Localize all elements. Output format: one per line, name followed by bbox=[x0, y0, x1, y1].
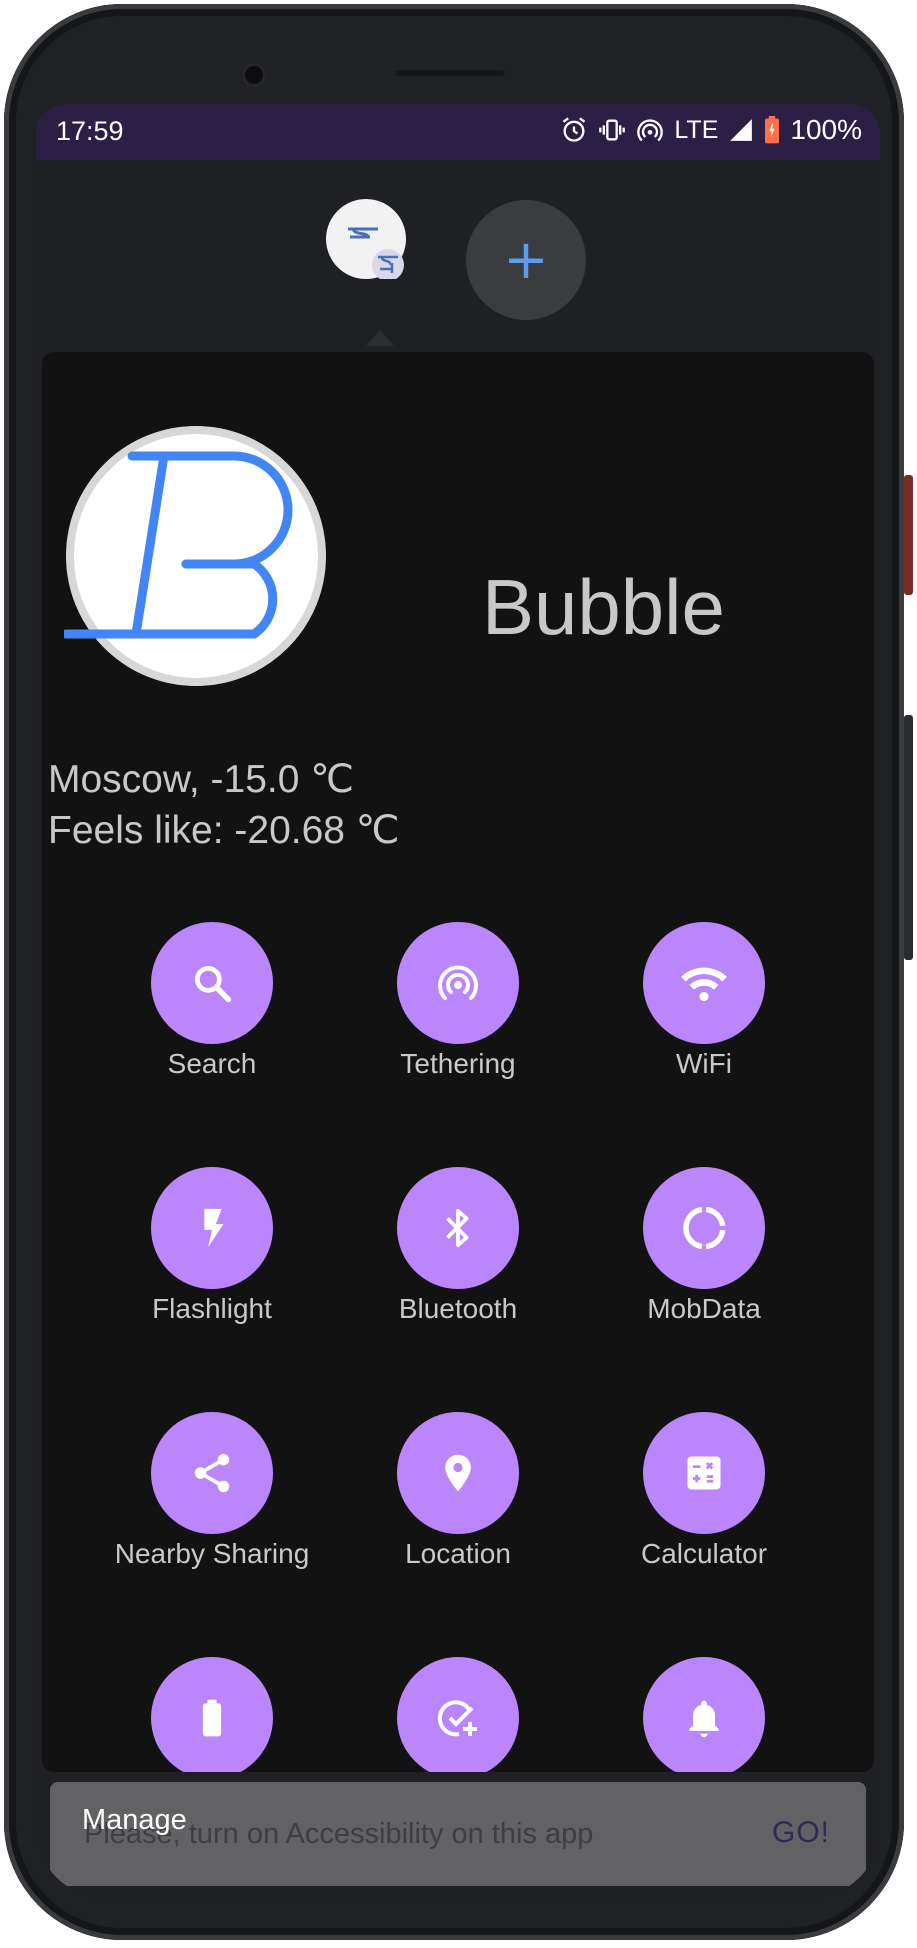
app-title: Bubble bbox=[482, 563, 725, 651]
network-type: LTE bbox=[674, 115, 719, 144]
task-add-button[interactable] bbox=[397, 1657, 519, 1772]
tile-label: Bluetooth bbox=[398, 1293, 518, 1324]
mobdata-button[interactable] bbox=[643, 1167, 765, 1289]
tile-battery[interactable] bbox=[92, 1657, 332, 1772]
search-icon bbox=[194, 965, 232, 1003]
tile-label: Flashlight bbox=[152, 1293, 272, 1324]
calculator-icon bbox=[687, 1456, 721, 1490]
add-bubble-button[interactable]: + bbox=[466, 200, 586, 320]
panel-pointer bbox=[366, 330, 394, 346]
location-button[interactable] bbox=[397, 1412, 519, 1534]
battery-icon bbox=[202, 1699, 222, 1737]
calculator-button[interactable] bbox=[643, 1412, 765, 1534]
bluetooth-icon bbox=[446, 1208, 469, 1248]
front-camera bbox=[245, 66, 263, 84]
flash-icon bbox=[204, 1208, 224, 1248]
bluetooth-button[interactable] bbox=[397, 1167, 519, 1289]
tile-search[interactable]: Search bbox=[92, 922, 332, 1080]
task-add-icon bbox=[437, 1700, 477, 1737]
weather-feels-like: Feels like: -20.68 ℃ bbox=[48, 809, 400, 852]
status-time: 17:59 bbox=[56, 116, 124, 146]
wifi-icon bbox=[681, 967, 727, 1002]
manage-label[interactable]: Manage bbox=[82, 1804, 187, 1837]
tile-location[interactable]: Location bbox=[338, 1412, 578, 1570]
tile-flashlight[interactable]: Flashlight bbox=[92, 1167, 332, 1325]
tile-label: Calculator bbox=[640, 1538, 768, 1569]
earpiece-speaker bbox=[395, 70, 505, 76]
bubble-logo-icon bbox=[64, 426, 326, 686]
battery-percent: 100% bbox=[790, 114, 862, 145]
tile-label: WiFi bbox=[676, 1048, 732, 1079]
hotspot-status-icon bbox=[637, 119, 664, 142]
wifi-button[interactable] bbox=[643, 922, 765, 1044]
location-pin-icon bbox=[445, 1454, 471, 1492]
tile-bluetooth[interactable]: Bluetooth bbox=[338, 1167, 578, 1325]
battery-button[interactable] bbox=[151, 1657, 273, 1772]
go-button[interactable]: GO! bbox=[772, 1816, 830, 1850]
power-button bbox=[904, 475, 913, 595]
weather-info: Moscow, -15.0 ℃ Feels like: -20.68 ℃ bbox=[48, 754, 400, 856]
tile-task-add[interactable] bbox=[338, 1657, 578, 1772]
search-button[interactable] bbox=[151, 922, 273, 1044]
st-logo-icon bbox=[348, 227, 404, 281]
tile-calculator[interactable]: Calculator bbox=[584, 1412, 824, 1570]
tile-label: MobData bbox=[647, 1293, 761, 1324]
bubble-panel: Bubble Moscow, -15.0 ℃ Feels like: -20.6… bbox=[42, 352, 874, 1772]
tethering-button[interactable] bbox=[397, 922, 519, 1044]
tile-tethering[interactable]: Tethering bbox=[338, 922, 578, 1080]
hotspot-icon bbox=[438, 965, 478, 1000]
tile-label: Nearby Sharing bbox=[114, 1538, 310, 1569]
vibrate-icon bbox=[599, 119, 626, 141]
tile-label: Tethering bbox=[400, 1048, 516, 1079]
weather-temperature: Moscow, -15.0 ℃ bbox=[48, 758, 355, 801]
tile-wifi[interactable]: WiFi bbox=[584, 922, 824, 1080]
volume-button bbox=[904, 715, 913, 960]
status-bar: 17:59 LTE 100% bbox=[36, 104, 880, 160]
bell-icon bbox=[689, 1700, 719, 1738]
flashlight-button[interactable] bbox=[151, 1167, 273, 1289]
accessibility-snackbar: Please, turn on Accessibility on this ap… bbox=[50, 1782, 866, 1886]
tile-mobdata[interactable]: MobData bbox=[584, 1167, 824, 1325]
tile-notifications[interactable] bbox=[584, 1657, 824, 1772]
signal-icon bbox=[730, 119, 753, 141]
chat-head-bubble[interactable] bbox=[326, 199, 406, 281]
nearby-sharing-button[interactable] bbox=[151, 1412, 273, 1534]
screen: 17:59 LTE 100% + Bubble Moscow, -15.0 ℃ … bbox=[36, 104, 880, 1898]
share-icon bbox=[194, 1453, 230, 1493]
data-ring-icon bbox=[683, 1206, 726, 1250]
tile-label: Location bbox=[405, 1538, 511, 1569]
notifications-button[interactable] bbox=[643, 1657, 765, 1772]
alarm-icon bbox=[563, 117, 586, 142]
tile-nearby-sharing[interactable]: Nearby Sharing bbox=[92, 1412, 332, 1570]
status-icons: LTE 100% bbox=[560, 114, 862, 146]
battery-status-icon bbox=[765, 116, 780, 144]
tile-label: Search bbox=[167, 1048, 257, 1079]
